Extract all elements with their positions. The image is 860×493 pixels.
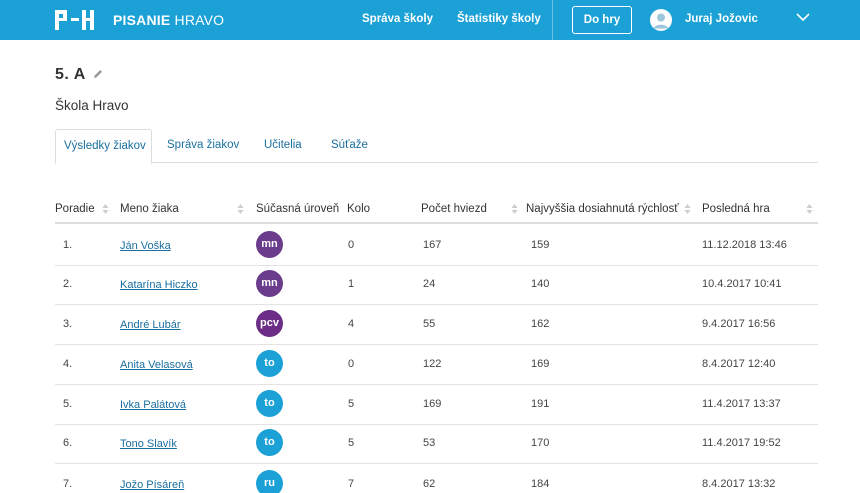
top-bar: PISANIE HRAVO Správa školy Štatistiky šk… bbox=[0, 0, 860, 40]
row-rank: 6. bbox=[63, 437, 73, 449]
tab-bar: Výsledky žiakov Správa žiakov Učitelia S… bbox=[55, 129, 818, 164]
row-last-game: 11.4.2017 13:37 bbox=[702, 398, 781, 410]
level-badge: ru bbox=[256, 470, 283, 493]
table-row: 7. Jožo Písáreň ru 7 62 184 8.4.2017 13:… bbox=[55, 463, 818, 493]
row-round: 5 bbox=[348, 398, 355, 410]
row-speed: 191 bbox=[531, 398, 550, 410]
student-name-link[interactable]: Katarína Hiczko bbox=[120, 279, 198, 291]
play-button[interactable]: Do hry bbox=[572, 6, 632, 34]
edit-pencil-icon[interactable] bbox=[92, 68, 104, 80]
row-stars: 122 bbox=[423, 358, 442, 370]
row-last-game: 10.4.2017 10:41 bbox=[702, 278, 782, 290]
row-speed: 170 bbox=[531, 437, 550, 449]
table-row: 4. Anita Velasová to 0 122 169 8.4.2017 … bbox=[55, 345, 818, 385]
row-rank: 3. bbox=[63, 318, 73, 330]
row-stars: 62 bbox=[423, 478, 436, 490]
class-title: 5. A bbox=[55, 66, 86, 83]
tab-student-management[interactable]: Správa žiakov bbox=[167, 129, 239, 163]
level-badge: mn bbox=[256, 270, 283, 297]
row-speed: 140 bbox=[531, 278, 550, 290]
col-round[interactable]: Kolo bbox=[347, 203, 370, 215]
tab-student-results[interactable]: Výsledky žiakov bbox=[55, 129, 152, 164]
level-badge: mn bbox=[256, 231, 283, 258]
row-stars: 24 bbox=[423, 278, 436, 290]
sort-icon[interactable] bbox=[684, 203, 691, 215]
row-rank: 4. bbox=[63, 358, 73, 370]
row-last-game: 11.12.2018 13:46 bbox=[702, 239, 787, 251]
row-speed: 184 bbox=[531, 478, 550, 490]
row-last-game: 8.4.2017 13:32 bbox=[702, 478, 776, 490]
col-rank[interactable]: Poradie bbox=[55, 203, 95, 215]
col-student-name[interactable]: Meno žiaka bbox=[120, 203, 179, 215]
table-header: Poradie Meno žiaka Súčasná úroveň Kolo P… bbox=[55, 196, 818, 224]
row-last-game: 9.4.2017 16:56 bbox=[702, 318, 776, 330]
user-name[interactable]: Juraj Jožovic bbox=[685, 13, 758, 25]
row-rank: 1. bbox=[63, 239, 73, 251]
row-rank: 5. bbox=[63, 398, 73, 410]
table-row: 5. Ivka Palátová to 5 169 191 11.4.2017 … bbox=[55, 385, 818, 425]
user-avatar-icon[interactable] bbox=[650, 9, 672, 31]
student-name-link[interactable]: Anita Velasová bbox=[120, 359, 193, 371]
row-stars: 167 bbox=[423, 239, 442, 251]
row-stars: 55 bbox=[423, 318, 436, 330]
student-name-link[interactable]: Ján Voška bbox=[120, 240, 171, 252]
student-name-link[interactable]: André Lubár bbox=[120, 319, 181, 331]
table-row: 6. Tono Slavík to 5 53 170 11.4.2017 19:… bbox=[55, 424, 818, 464]
table-row: 3. André Lubár pcv 4 55 162 9.4.2017 16:… bbox=[55, 305, 818, 345]
row-rank: 7. bbox=[63, 478, 73, 490]
nav-school-management[interactable]: Správa školy bbox=[362, 13, 433, 25]
row-last-game: 11.4.2017 19:52 bbox=[702, 437, 781, 449]
row-round: 1 bbox=[348, 278, 355, 290]
level-badge: pcv bbox=[256, 310, 283, 337]
row-speed: 159 bbox=[531, 239, 550, 251]
student-name-link[interactable]: Ivka Palátová bbox=[120, 399, 186, 411]
row-last-game: 8.4.2017 12:40 bbox=[702, 358, 776, 370]
level-badge: to bbox=[256, 350, 283, 377]
nav-school-statistics[interactable]: Štatistiky školy bbox=[457, 13, 541, 25]
level-badge: to bbox=[256, 429, 283, 456]
logo-icon[interactable] bbox=[55, 10, 95, 30]
row-stars: 169 bbox=[423, 398, 442, 410]
col-current-level[interactable]: Súčasná úroveň bbox=[256, 203, 339, 215]
row-round: 7 bbox=[348, 478, 355, 490]
sort-icon[interactable] bbox=[806, 203, 813, 215]
level-badge: to bbox=[256, 390, 283, 417]
row-round: 0 bbox=[348, 239, 355, 251]
school-name: Škola Hravo bbox=[55, 98, 129, 113]
row-rank: 2. bbox=[63, 278, 73, 290]
row-stars: 53 bbox=[423, 437, 436, 449]
row-round: 4 bbox=[348, 318, 355, 330]
brand-name[interactable]: PISANIE HRAVO bbox=[113, 12, 224, 28]
table-row: 2. Katarína Hiczko mn 1 24 140 10.4.2017… bbox=[55, 265, 818, 305]
tab-competitions[interactable]: Súťaže bbox=[331, 129, 368, 163]
sort-icon[interactable] bbox=[237, 203, 244, 215]
chevron-down-icon[interactable] bbox=[796, 12, 810, 22]
col-top-speed[interactable]: Najvyššia dosiahnutá rýchlosť bbox=[526, 203, 679, 215]
table-row: 1. Ján Voška mn 0 167 159 11.12.2018 13:… bbox=[55, 226, 818, 266]
student-name-link[interactable]: Tono Slavík bbox=[120, 438, 177, 450]
student-name-link[interactable]: Jožo Písáreň bbox=[120, 479, 184, 491]
sort-icon[interactable] bbox=[511, 203, 518, 215]
col-stars[interactable]: Počet hviezd bbox=[421, 203, 487, 215]
tab-teachers[interactable]: Učitelia bbox=[264, 129, 302, 163]
row-round: 5 bbox=[348, 437, 355, 449]
sort-icon[interactable] bbox=[102, 203, 109, 215]
row-speed: 162 bbox=[531, 318, 550, 330]
nav-divider bbox=[552, 0, 553, 40]
row-speed: 169 bbox=[531, 358, 550, 370]
col-last-game[interactable]: Posledná hra bbox=[702, 203, 770, 215]
row-round: 0 bbox=[348, 358, 355, 370]
